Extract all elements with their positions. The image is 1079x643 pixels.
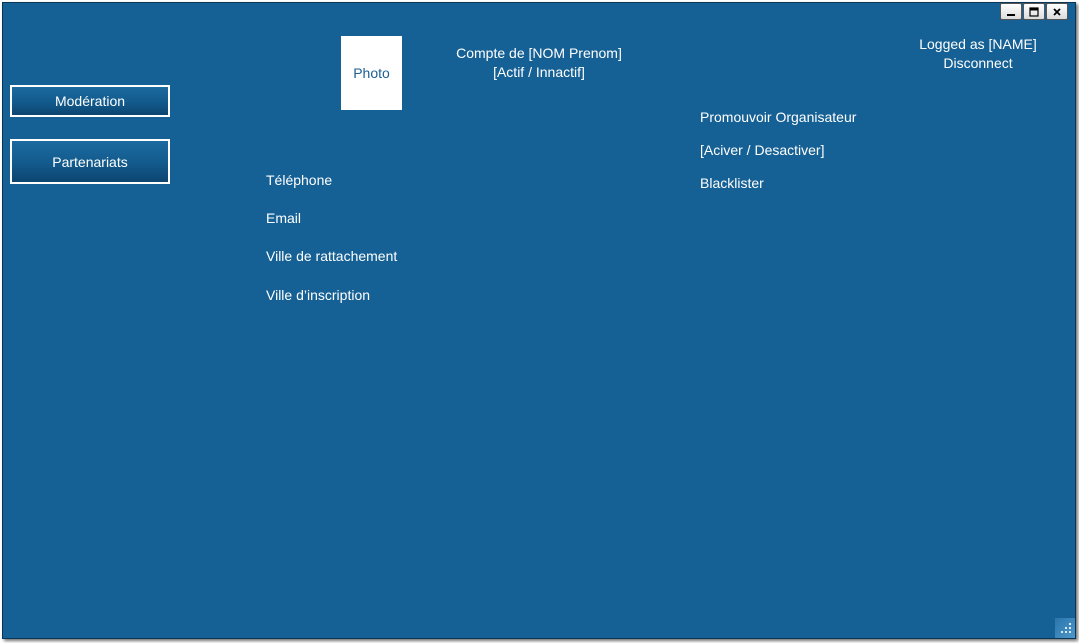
promote-organizer-action[interactable]: Promouvoir Organisateur (700, 108, 856, 127)
app-window: Modération Partenariats Photo Compte de … (2, 2, 1076, 639)
phone-label: Téléphone (266, 172, 333, 188)
minimize-icon (1007, 13, 1015, 16)
photo-label: Photo (353, 65, 390, 81)
profile-photo: Photo (341, 36, 402, 110)
window-controls (1000, 3, 1068, 20)
signup-city-label: Ville d’inscription (266, 287, 371, 303)
account-title: Compte de [NOM Prenom] (456, 45, 622, 61)
email-label: Email (266, 210, 302, 226)
sidebar-item-label: Modération (54, 93, 126, 109)
home-city-label: Ville de rattachement (266, 248, 398, 264)
close-icon (1053, 7, 1061, 16)
resize-grip[interactable] (1055, 618, 1075, 638)
maximize-icon (1029, 6, 1039, 17)
blacklist-action[interactable]: Blacklister (700, 174, 764, 193)
sidebar-item-label: Partenariats (52, 153, 128, 170)
disconnect-link[interactable]: Disconnect (898, 54, 1058, 73)
minimize-button[interactable] (1000, 3, 1022, 20)
maximize-button[interactable] (1023, 3, 1045, 20)
resize-grip-icon (1061, 623, 1071, 633)
toggle-active-action[interactable]: [Aciver / Desactiver] (700, 141, 824, 160)
close-button[interactable] (1046, 3, 1068, 20)
account-status: [Actif / Innactif] (493, 64, 585, 80)
sidebar-item-partenariats[interactable]: Partenariats (10, 139, 170, 184)
sidebar-item-moderation[interactable]: Modération (10, 85, 170, 117)
logged-as-label: Logged as [NAME] (919, 36, 1037, 52)
account-header: Compte de [NOM Prenom] [Actif / Innactif… (439, 44, 639, 82)
user-session: Logged as [NAME] Disconnect (898, 35, 1058, 73)
